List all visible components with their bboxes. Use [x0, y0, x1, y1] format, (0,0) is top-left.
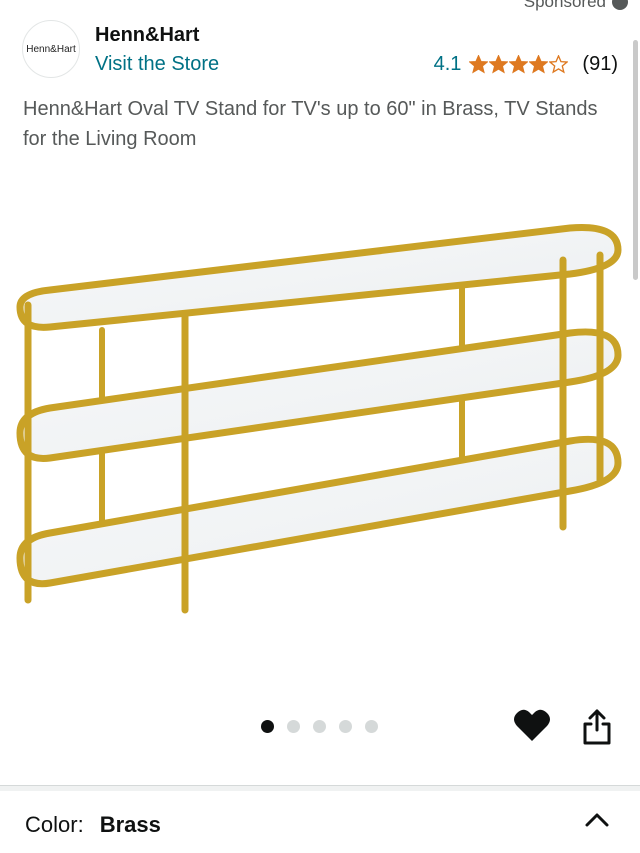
carousel-dot[interactable]	[365, 720, 378, 733]
sponsored-text: Sponsored	[523, 0, 606, 11]
visit-store-link[interactable]: Visit the Store	[95, 53, 219, 76]
carousel-dot[interactable]	[261, 720, 274, 733]
color-label: Color:	[25, 812, 84, 837]
star-icon	[549, 55, 569, 74]
carousel-dot[interactable]	[313, 720, 326, 733]
star-rating	[469, 55, 569, 74]
brand-logo-text: Henn&Hart	[26, 43, 76, 55]
info-icon[interactable]	[612, 0, 628, 10]
carousel-dot[interactable]	[339, 720, 352, 733]
star-icon	[529, 55, 549, 74]
scrollbar[interactable]	[633, 40, 638, 280]
chevron-up-icon[interactable]	[584, 810, 610, 830]
star-icon	[489, 55, 509, 74]
star-icon	[509, 55, 529, 74]
brand-name: Henn&Hart	[95, 24, 200, 46]
brand-logo[interactable]: Henn&Hart	[22, 20, 80, 78]
share-icon[interactable]	[581, 708, 613, 746]
image-carousel-dots	[261, 720, 378, 733]
color-value: Brass	[99, 812, 161, 837]
carousel-dot[interactable]	[287, 720, 300, 733]
rating-count: (91)	[582, 53, 618, 75]
star-icon	[469, 55, 489, 74]
rating-value: 4.1	[433, 53, 462, 75]
color-selector[interactable]: Color: Brass	[25, 808, 610, 842]
rating-summary[interactable]: 4.1 (91)	[434, 53, 618, 76]
product-title[interactable]: Henn&Hart Oval TV Stand for TV's up to 6…	[23, 94, 600, 154]
section-divider	[0, 785, 640, 791]
heart-icon[interactable]	[513, 708, 551, 742]
sponsored-label[interactable]: Sponsored	[524, 0, 628, 12]
brand-row: Henn&Hart Henn&Hart Visit the Store 4.1 …	[22, 20, 618, 80]
product-image[interactable]	[10, 215, 630, 625]
